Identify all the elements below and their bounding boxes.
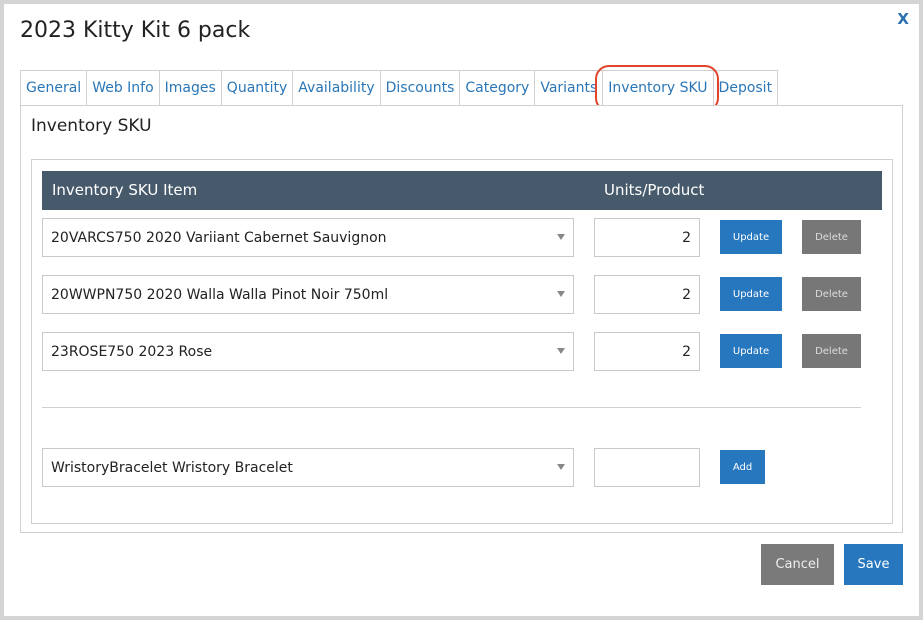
tab-category[interactable]: Category xyxy=(460,70,536,105)
tab-availability[interactable]: Availability xyxy=(293,70,381,105)
tab-inventory-sku-label: Inventory SKU xyxy=(608,80,708,96)
tab-bar: General Web Info Images Quantity Availab… xyxy=(20,65,779,112)
sku-item-select[interactable]: 20WWPN750 2020 Walla Walla Pinot Noir 75… xyxy=(42,275,574,314)
tab-quantity[interactable]: Quantity xyxy=(221,70,294,105)
dialog-title: 2023 Kitty Kit 6 pack xyxy=(20,18,251,43)
update-button[interactable]: Update xyxy=(720,277,782,311)
sku-item-value: 23ROSE750 2023 Rose xyxy=(51,343,213,360)
close-button[interactable]: X xyxy=(897,10,909,28)
delete-button[interactable]: Delete xyxy=(802,334,861,368)
edit-product-dialog: X 2023 Kitty Kit 6 pack General Web Info… xyxy=(4,4,919,616)
tab-deposit[interactable]: Deposit xyxy=(713,70,779,105)
table-row: 20WWPN750 2020 Walla Walla Pinot Noir 75… xyxy=(42,275,882,314)
update-button[interactable]: Update xyxy=(720,220,782,254)
inventory-sku-panel: Inventory SKU Inventory SKU Item Units/P… xyxy=(20,105,903,533)
sku-item-select[interactable]: 23ROSE750 2023 Rose xyxy=(42,332,574,371)
units-input[interactable] xyxy=(594,332,700,371)
cancel-button[interactable]: Cancel xyxy=(761,544,834,585)
sku-item-value: 20VARCS750 2020 Variiant Cabernet Sauvig… xyxy=(51,229,387,246)
new-sku-item-value: WristoryBracelet Wristory Bracelet xyxy=(51,459,293,476)
column-header-item: Inventory SKU Item xyxy=(52,181,198,199)
new-sku-item-select[interactable]: WristoryBracelet Wristory Bracelet xyxy=(42,448,574,487)
tab-discounts[interactable]: Discounts xyxy=(380,70,461,105)
table-header: Inventory SKU Item Units/Product xyxy=(42,171,882,210)
new-sku-row: WristoryBracelet Wristory Bracelet Add xyxy=(42,448,882,487)
table-row: 23ROSE750 2023 Rose Update Delete xyxy=(42,332,882,371)
tab-variants[interactable]: Variants xyxy=(535,70,604,105)
inventory-sku-table: Inventory SKU Item Units/Product 20VARCS… xyxy=(31,159,893,524)
save-button[interactable]: Save xyxy=(844,544,903,585)
units-input[interactable] xyxy=(594,275,700,314)
divider xyxy=(42,407,861,408)
chevron-down-icon xyxy=(557,234,565,240)
sku-item-select[interactable]: 20VARCS750 2020 Variiant Cabernet Sauvig… xyxy=(42,218,574,257)
delete-button[interactable]: Delete xyxy=(802,277,861,311)
panel-title: Inventory SKU xyxy=(31,116,152,136)
table-row: 20VARCS750 2020 Variiant Cabernet Sauvig… xyxy=(42,218,882,257)
new-units-input[interactable] xyxy=(594,448,700,487)
chevron-down-icon xyxy=(557,464,565,470)
units-input[interactable] xyxy=(594,218,700,257)
tab-general[interactable]: General xyxy=(20,70,88,105)
delete-button[interactable]: Delete xyxy=(802,220,861,254)
tab-images[interactable]: Images xyxy=(159,70,222,105)
tab-web-info[interactable]: Web Info xyxy=(87,70,160,105)
add-sku-button[interactable]: Add xyxy=(720,450,765,484)
chevron-down-icon xyxy=(557,348,565,354)
tab-inventory-sku[interactable]: Inventory SKU xyxy=(595,65,719,112)
column-header-units: Units/Product xyxy=(604,181,705,199)
update-button[interactable]: Update xyxy=(720,334,782,368)
sku-item-value: 20WWPN750 2020 Walla Walla Pinot Noir 75… xyxy=(51,286,389,303)
chevron-down-icon xyxy=(557,291,565,297)
